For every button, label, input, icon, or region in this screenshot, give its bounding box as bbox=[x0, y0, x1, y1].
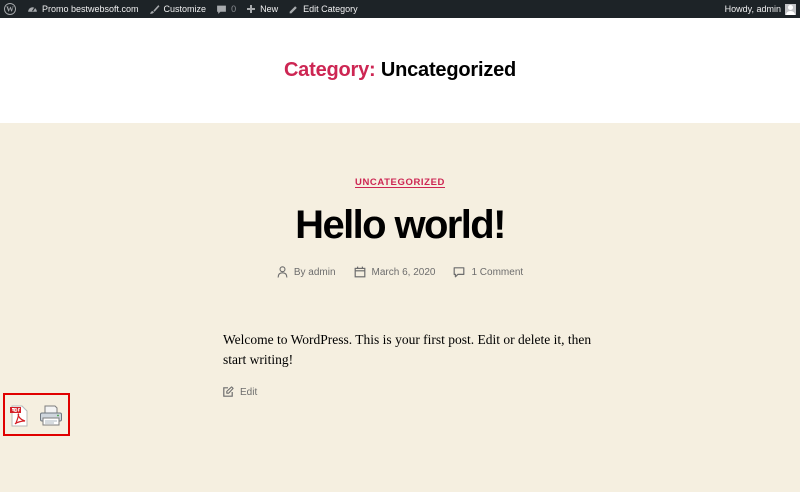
pdf-print-buttons bbox=[3, 393, 70, 436]
post-date-link[interactable]: March 6, 2020 bbox=[372, 267, 436, 278]
post-date: March 6, 2020 bbox=[354, 266, 436, 278]
calendar-icon bbox=[354, 266, 365, 278]
edit-category-link[interactable]: Edit Category bbox=[283, 0, 363, 18]
pencil-icon bbox=[289, 5, 297, 13]
post-meta: By admin March 6, 2020 1 Comment bbox=[0, 266, 800, 278]
post-content: Welcome to WordPress. This is your first… bbox=[223, 332, 592, 367]
site-name-link[interactable]: Promo bestwebsoft.com bbox=[22, 0, 144, 18]
dashboard-gauge-icon bbox=[28, 6, 37, 12]
person-icon bbox=[277, 266, 288, 278]
print-button[interactable] bbox=[39, 405, 63, 427]
site-name-label: Promo bestwebsoft.com bbox=[42, 4, 139, 14]
comments-count: 0 bbox=[231, 4, 237, 14]
post-comments-link[interactable]: 1 Comment bbox=[471, 267, 523, 278]
admin-bar: W Promo bestwebsoft.com Customize 0 New … bbox=[0, 0, 800, 18]
pdf-icon bbox=[10, 405, 28, 427]
pdf-button[interactable] bbox=[10, 405, 28, 427]
howdy-label: Howdy, admin bbox=[724, 4, 781, 14]
edit-label: Edit bbox=[240, 386, 258, 398]
archive-title-name: Uncategorized bbox=[380, 59, 517, 81]
archive-header: Category: Uncategorized bbox=[0, 18, 800, 123]
archive-title-prefix: Category: bbox=[283, 59, 376, 81]
customize-link[interactable]: Customize bbox=[144, 0, 212, 18]
printer-icon bbox=[40, 405, 62, 426]
edit-category-label: Edit Category bbox=[303, 4, 358, 14]
post-title[interactable]: Hello world! bbox=[0, 201, 800, 249]
post-author: By admin bbox=[277, 266, 336, 278]
edit-post-link[interactable]: Edit bbox=[222, 386, 257, 398]
paintbrush-icon bbox=[149, 4, 159, 14]
post-category-link[interactable]: UNCATEGORIZED bbox=[355, 177, 445, 188]
my-account-menu[interactable]: Howdy, admin bbox=[720, 0, 800, 18]
plus-icon bbox=[247, 5, 256, 13]
customize-label: Customize bbox=[163, 4, 207, 14]
comments-link[interactable]: 0 bbox=[211, 0, 241, 18]
comment-icon bbox=[454, 267, 465, 278]
post-author-link[interactable]: By admin bbox=[294, 267, 336, 278]
svg-text:W: W bbox=[6, 5, 14, 14]
comment-bubble-icon bbox=[217, 5, 226, 14]
post-comments: 1 Comment bbox=[453, 266, 523, 278]
archive-title: Category: Uncategorized bbox=[284, 59, 516, 82]
avatar bbox=[785, 3, 796, 15]
edit-icon bbox=[223, 386, 234, 397]
post-category: UNCATEGORIZED bbox=[0, 172, 800, 190]
new-content-link[interactable]: New bbox=[241, 0, 283, 18]
wordpress-logo-icon: W bbox=[4, 3, 16, 15]
new-label: New bbox=[260, 4, 279, 14]
wordpress-menu[interactable]: W bbox=[0, 0, 22, 18]
